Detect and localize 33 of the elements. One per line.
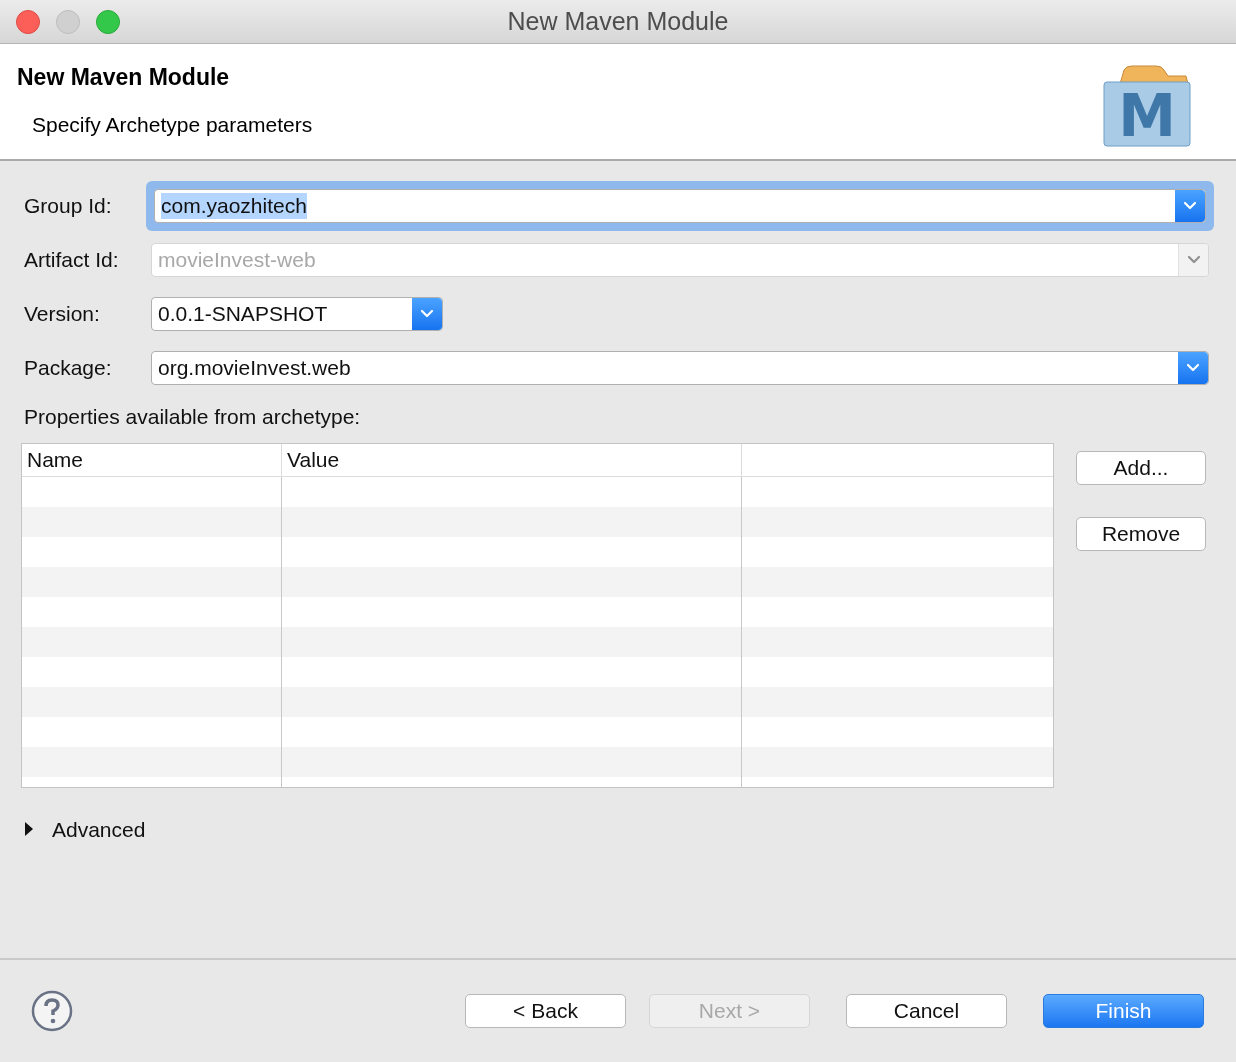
chevron-down-icon xyxy=(1186,363,1200,373)
advanced-disclosure[interactable]: Advanced xyxy=(24,813,146,845)
field-value: 0.0.1-SNAPSHOT xyxy=(158,301,328,327)
combo-box[interactable]: org.movieInvest.web xyxy=(151,351,1209,385)
page-title: New Maven Module xyxy=(17,63,231,92)
field-value: com.yaozhitech xyxy=(161,193,307,219)
combo-box[interactable]: 0.0.1-SNAPSHOT xyxy=(151,297,443,331)
column-header[interactable]: Value xyxy=(287,443,340,476)
dropdown-button[interactable] xyxy=(1178,352,1208,384)
dropdown-button[interactable] xyxy=(412,298,442,330)
disclosure-triangle-icon xyxy=(24,822,34,837)
field-label: Artifact Id: xyxy=(24,247,120,274)
field-label: Package: xyxy=(24,355,113,382)
chevron-down-icon xyxy=(1186,255,1201,265)
dropdown-button[interactable] xyxy=(1175,190,1205,222)
table-action-button[interactable]: Add... xyxy=(1076,450,1206,485)
field-label: Group Id: xyxy=(24,193,113,220)
dialog-button[interactable]: Cancel xyxy=(846,994,1007,1028)
close-button[interactable] xyxy=(16,10,40,34)
combo-box[interactable]: com.yaozhitech xyxy=(146,181,1214,231)
chevron-down-icon xyxy=(1183,201,1197,211)
column-header[interactable]: Name xyxy=(27,443,84,476)
table-action-button[interactable]: Remove xyxy=(1076,516,1206,551)
help-icon[interactable] xyxy=(31,990,73,1032)
field-value: movieInvest-web xyxy=(158,247,316,273)
window-title: New Maven Module xyxy=(507,5,729,37)
section-label: Properties available from archetype: xyxy=(24,404,362,430)
page-subtitle: Specify Archetype parameters xyxy=(32,111,313,138)
field-label: Version: xyxy=(24,301,101,328)
field-value: org.movieInvest.web xyxy=(158,355,351,381)
zoom-button[interactable] xyxy=(96,10,120,34)
chevron-down-icon xyxy=(420,309,434,319)
dialog-button[interactable]: < Back xyxy=(465,994,626,1028)
